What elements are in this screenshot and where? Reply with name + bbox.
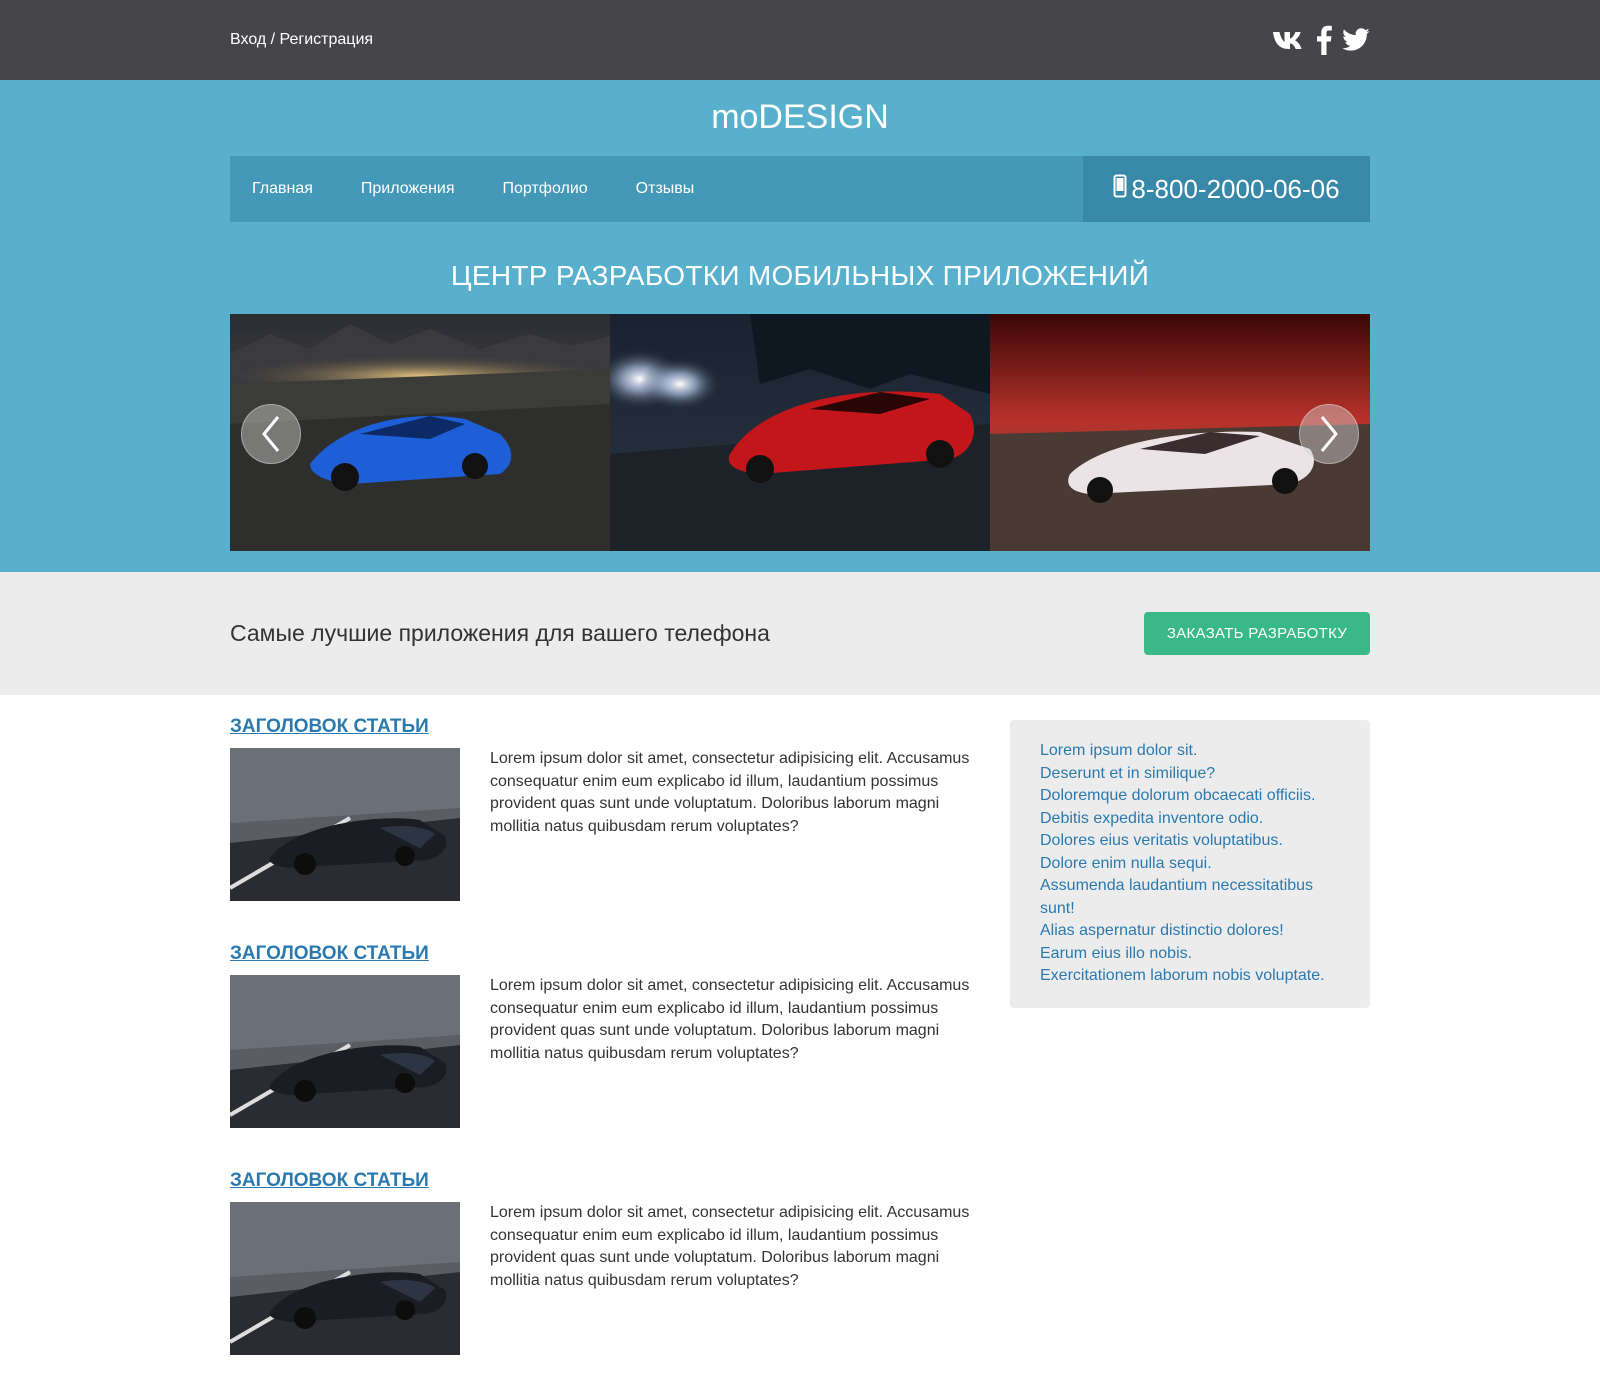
list-item: Lorem ipsum dolor sit. [1040,740,1342,763]
article-thumbnail[interactable] [230,748,460,901]
hero-section: moDESIGN Главная Приложения Портфолио От… [0,80,1600,572]
order-development-button[interactable]: ЗАКАЗАТЬ РАЗРАБОТКУ [1144,612,1370,655]
sidebar-link[interactable]: Alias aspernatur distinctio dolores! [1040,922,1284,939]
article-excerpt: Lorem ipsum dolor sit amet, consectetur … [490,750,970,835]
nav-item-apps[interactable]: Приложения [361,180,455,198]
list-item: Dolores eius veritatis voluptatibus. [1040,830,1342,853]
list-item: Assumenda laudantium necessitatibus sunt… [1040,875,1342,920]
content-section: ЗАГОЛОВОК СТАТЬИ Lorem ipsum dolor sit a… [0,695,1600,1377]
sidebar-link[interactable]: Dolores eius veritatis voluptatibus. [1040,832,1283,849]
carousel-next-button[interactable] [1299,404,1359,464]
article-title-link[interactable]: ЗАГОЛОВОК СТАТЬИ [230,943,429,975]
list-item: Earum eius illo nobis. [1040,943,1342,966]
chevron-left-icon [262,416,280,452]
article-item: ЗАГОЛОВОК СТАТЬИ Lorem ipsum dolor sit a… [230,716,975,943]
facebook-icon[interactable] [1316,24,1332,56]
nav-item-home[interactable]: Главная [252,180,313,198]
article-title-link[interactable]: ЗАГОЛОВОК СТАТЬИ [230,1170,429,1202]
sidebar-link[interactable]: Deserunt et in similique? [1040,765,1215,782]
social-links [1272,24,1370,56]
twitter-icon[interactable] [1342,24,1370,56]
list-item: Doloremque dolorum obcaecati officiis. [1040,785,1342,808]
article-excerpt: Lorem ipsum dolor sit amet, consectetur … [490,977,970,1062]
top-bar: Вход / Регистрация [0,0,1600,80]
article-excerpt: Lorem ipsum dolor sit amet, consectetur … [490,1204,970,1289]
cta-band: Самые лучшие приложения для вашего телеф… [0,572,1600,695]
sidebar-link[interactable]: Assumenda laudantium necessitatibus sunt… [1040,877,1313,917]
list-item: Alias aspernatur distinctio dolores! [1040,920,1342,943]
article-title-link[interactable]: ЗАГОЛОВОК СТАТЬИ [230,716,429,748]
phone-box[interactable]: 8-800-2000-06-06 [1083,156,1370,222]
sidebar-links-panel: Lorem ipsum dolor sit. Deserunt et in si… [1010,720,1370,1008]
cta-tagline: Самые лучшие приложения для вашего телеф… [230,620,770,646]
article-item: ЗАГОЛОВОК СТАТЬИ Lorem ipsum dolor sit a… [230,943,975,1170]
sidebar-link[interactable]: Lorem ipsum dolor sit. [1040,742,1197,759]
auth-link[interactable]: Вход / Регистрация [230,31,373,49]
hero-title: ЦЕНТР РАЗРАБОТКИ МОБИЛЬНЫХ ПРИЛОЖЕНИЙ [450,260,1150,291]
mobile-phone-icon [1113,174,1127,205]
list-item: Deserunt et in similique? [1040,763,1342,786]
chevron-right-icon [1320,416,1338,452]
sidebar-link[interactable]: Dolore enim nulla sequi. [1040,855,1212,872]
sidebar-link[interactable]: Doloremque dolorum obcaecati officiis. [1040,787,1315,804]
article-list: ЗАГОЛОВОК СТАТЬИ Lorem ipsum dolor sit a… [230,716,975,1377]
article-item: ЗАГОЛОВОК СТАТЬИ Lorem ipsum dolor sit a… [230,1170,975,1377]
list-item: Exercitationem laborum nobis voluptate. [1040,965,1342,988]
article-thumbnail[interactable] [230,975,460,1128]
carousel-prev-button[interactable] [241,404,301,464]
article-thumbnail[interactable] [230,1202,460,1355]
login-register-link[interactable]: Вход / Регистрация [230,31,373,48]
image-carousel [230,314,1370,551]
slide-red-car [610,314,990,551]
sidebar-link[interactable]: Exercitationem laborum nobis voluptate. [1040,967,1325,984]
nav-links: Главная Приложения Портфолио Отзывы [230,156,742,222]
list-item: Dolore enim nulla sequi. [1040,853,1342,876]
vk-icon[interactable] [1272,24,1306,56]
nav-item-reviews[interactable]: Отзывы [636,180,695,198]
phone-number: 8-800-2000-06-06 [1131,173,1340,204]
main-nav: Главная Приложения Портфолио Отзывы 8-80… [230,156,1370,222]
nav-item-portfolio[interactable]: Портфолио [503,180,588,198]
sidebar-link[interactable]: Earum eius illo nobis. [1040,945,1192,962]
sidebar-link[interactable]: Debitis expedita inventore odio. [1040,810,1263,827]
site-logo[interactable]: moDESIGN [230,80,1370,156]
list-item: Debitis expedita inventore odio. [1040,808,1342,831]
